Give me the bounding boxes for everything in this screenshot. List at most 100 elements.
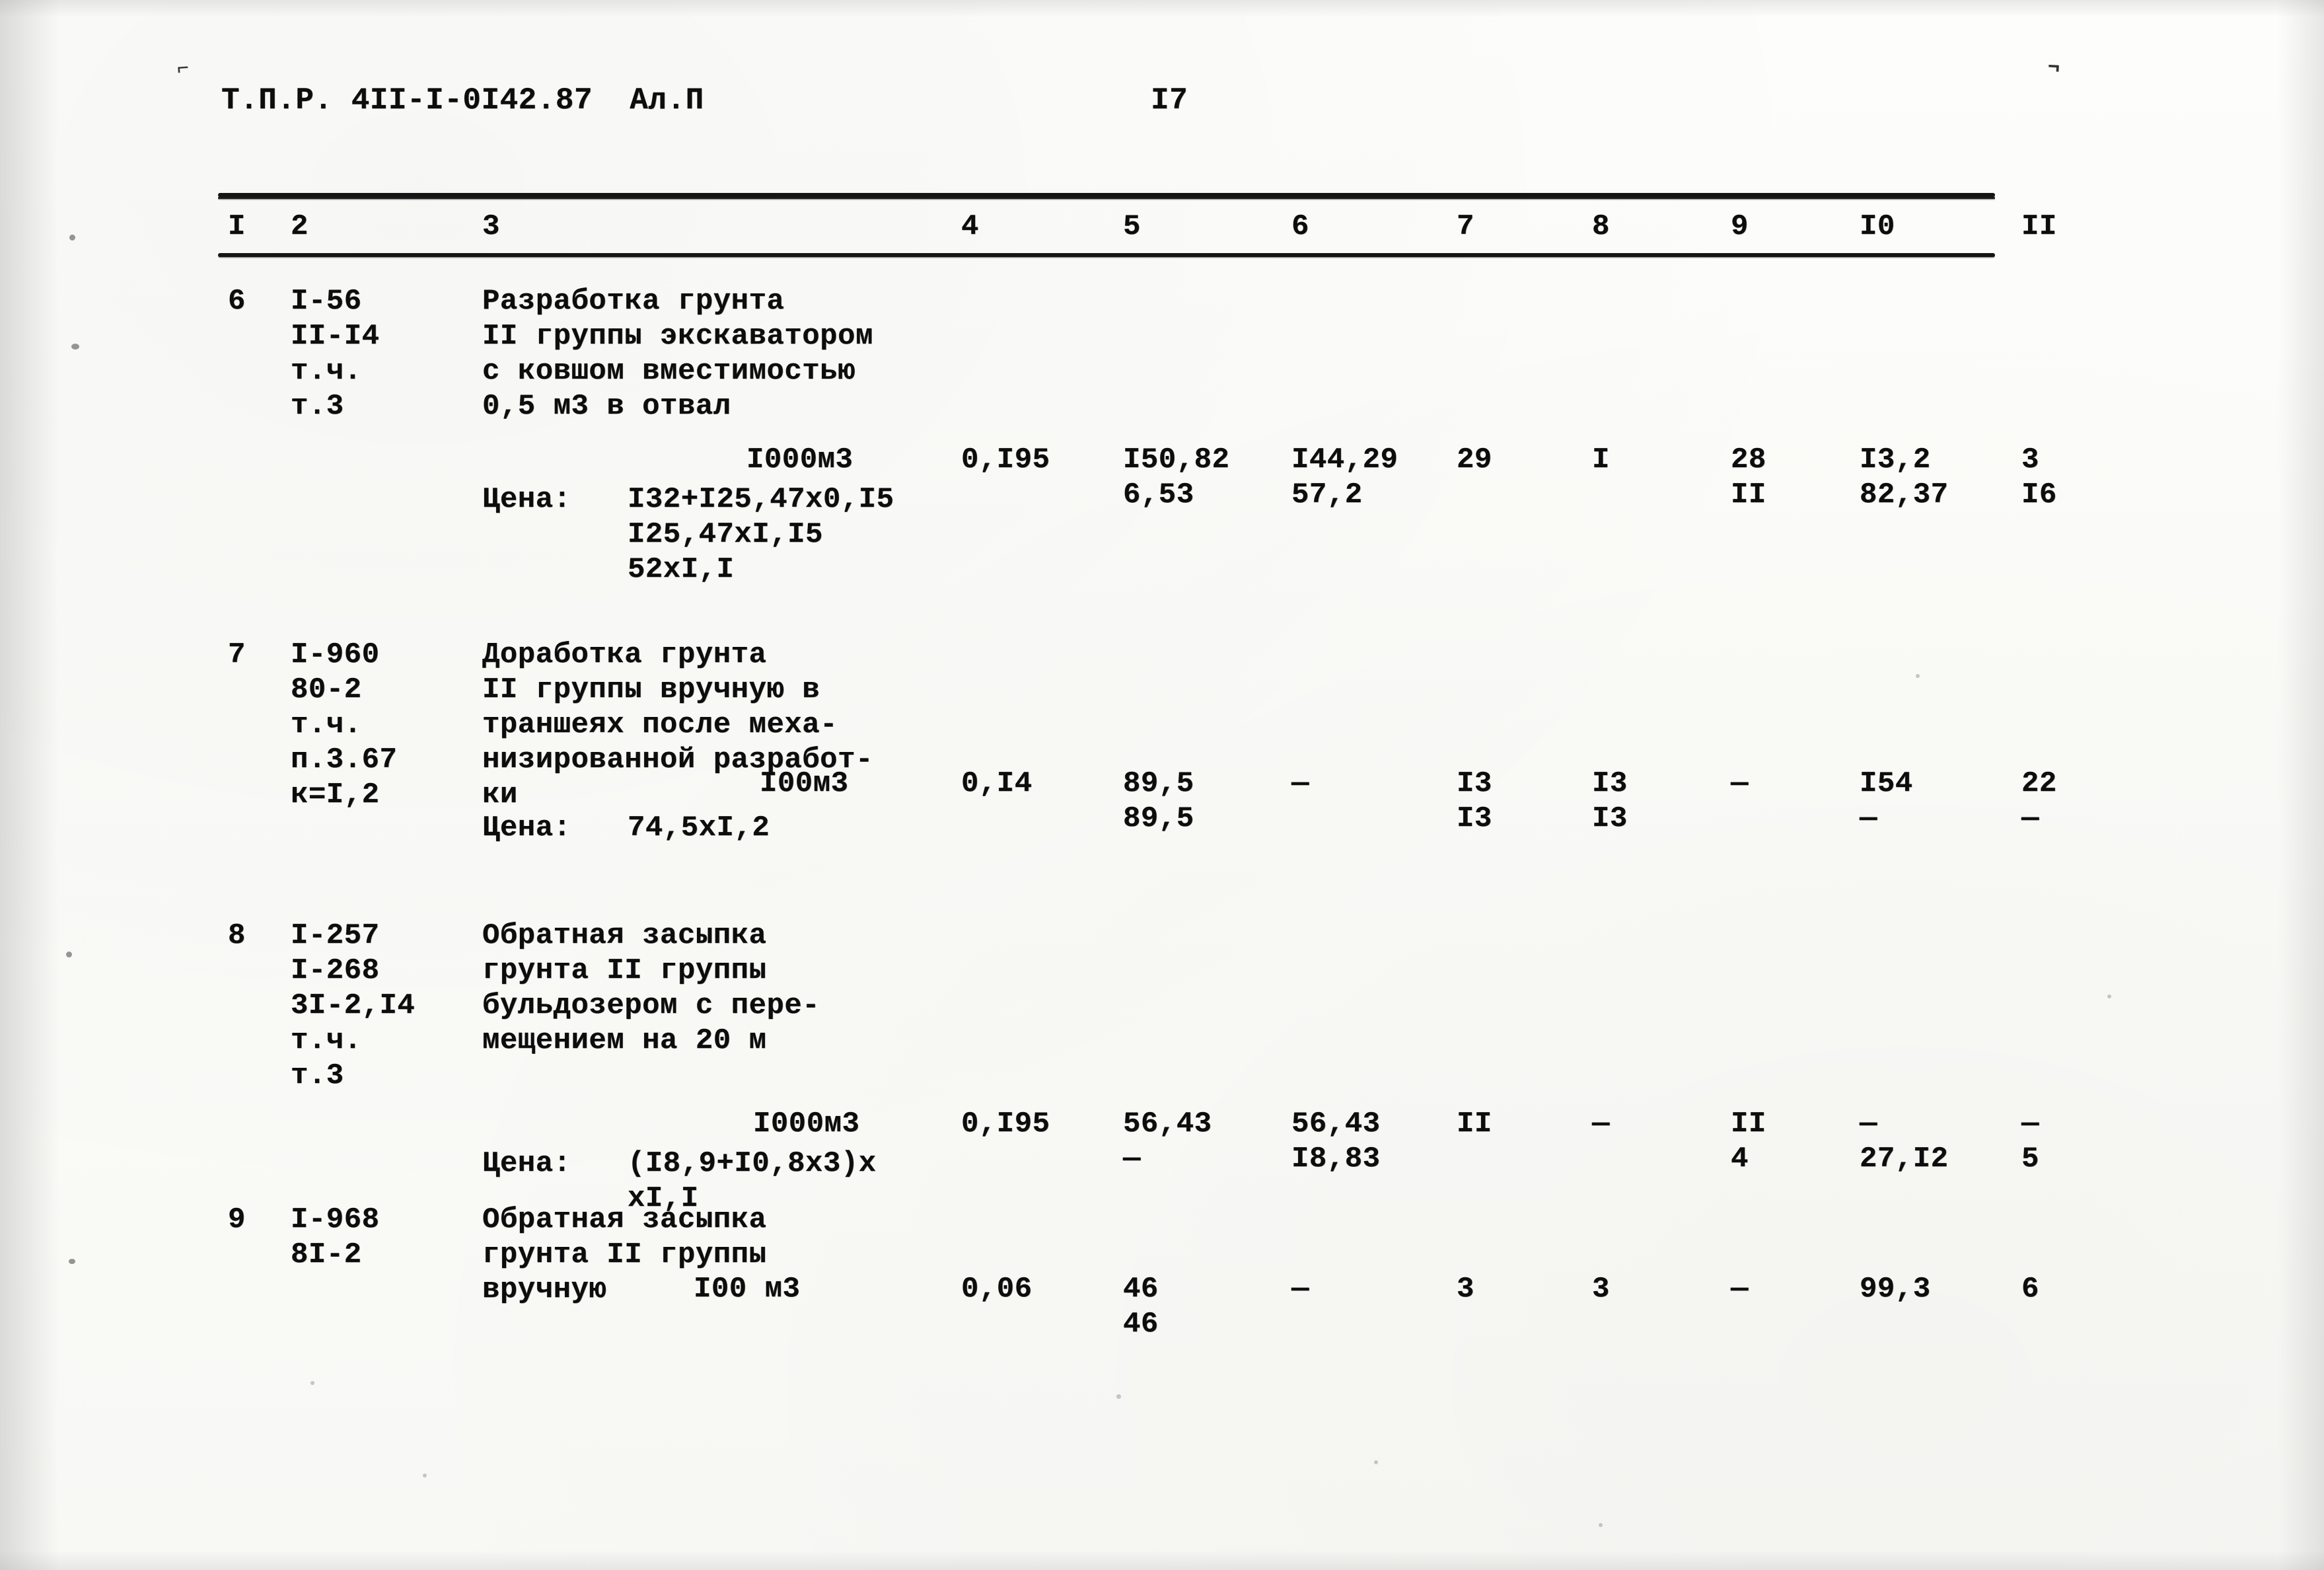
column-header-8: 8 (1592, 210, 1610, 243)
row-6-code-4: т.3 (291, 390, 344, 423)
column-header-6: 6 (1291, 210, 1309, 243)
row-9-col4-value: 0,06 (961, 1273, 1033, 1306)
row-7-description-line-3: траншеях после меха- (482, 708, 838, 741)
row-6-price-label: Цена: (482, 483, 571, 516)
column-header-4: 4 (961, 210, 979, 243)
row-8-price-label: Цена: (482, 1147, 571, 1180)
document-header-code: Т.П.Р. 4II-I-0I42.87 Ал.П (221, 83, 704, 118)
row-6-col11-value-1: 3 (2021, 443, 2039, 476)
row-9-col9-value-1: — (1731, 1273, 1749, 1306)
row-8-description-line-4: мещением на 20 м (482, 1024, 767, 1057)
row-6-description-line-4: 0,5 м3 в отвал (482, 390, 731, 423)
row-7-col8-value-2: I3 (1592, 802, 1628, 835)
row-8-description-line-3: бульдозером с пере- (482, 989, 820, 1022)
column-header-1: I (228, 210, 246, 243)
table-rule-top-inner (218, 197, 1995, 199)
row-7-col10-value-1: I54 (1860, 767, 1913, 800)
scan-speck (1116, 1394, 1121, 1399)
row-9-description-line-2: грунта II группы (482, 1238, 767, 1271)
scan-speck (2107, 994, 2111, 998)
row-7-col4-value: 0,I4 (961, 767, 1033, 800)
row-9-col5-value-1: 46 (1123, 1273, 1159, 1306)
row-9-code-1: I-968 (291, 1203, 380, 1236)
row-7-code-5: к=I,2 (291, 778, 380, 811)
row-6-col10-value-1: I3,2 (1860, 443, 1931, 476)
row-7-number: 7 (228, 638, 246, 671)
row-6-col9-value-2: II (1731, 478, 1766, 511)
row-6-col4-value: 0,I95 (961, 443, 1050, 476)
row-7-col8-value-1: I3 (1592, 767, 1628, 800)
row-8-code-4: т.ч. (291, 1024, 362, 1057)
row-7-col11-value-1: 22 (2021, 767, 2057, 800)
row-6-price-line-1: I32+I25,47x0,I5 (628, 483, 894, 516)
row-7-col5-value-2: 89,5 (1123, 802, 1194, 835)
row-6-col5-value-1: I50,82 (1123, 443, 1230, 476)
row-6-col7-value-1: 29 (1457, 443, 1492, 476)
row-7-unit: I00м3 (760, 767, 849, 800)
row-9-col8-value-1: 3 (1592, 1273, 1610, 1306)
row-7-col7-value-1: I3 (1457, 767, 1492, 800)
row-6-col6-value-1: I44,29 (1291, 443, 1398, 476)
row-7-code-4: п.3.67 (291, 743, 398, 776)
document-page: ⌐ ¬ Т.П.Р. 4II-I-0I42.87 Ал.П I7 I 2 3 4 5 6 7… (0, 0, 2324, 1570)
row-7-col5-value-1: 89,5 (1123, 767, 1194, 800)
row-8-col4-value: 0,I95 (961, 1107, 1050, 1140)
crop-mark-top-left: ⌐ (176, 57, 190, 81)
row-6-col6-value-2: 57,2 (1291, 478, 1363, 511)
row-8-col6-value-2: I8,83 (1291, 1142, 1381, 1176)
page-number: I7 (1151, 83, 1188, 118)
row-8-description-line-2: грунта II группы (482, 954, 767, 987)
row-7-col11-value-2: — (2021, 802, 2039, 835)
column-header-2: 2 (291, 210, 309, 243)
row-8-col11-value-2: 5 (2021, 1142, 2039, 1176)
row-9-col6-value-1: — (1291, 1273, 1309, 1306)
row-7-description-line-2: II группы вручную в (482, 673, 820, 706)
row-6-unit: I000м3 (746, 443, 853, 476)
column-header-5: 5 (1123, 210, 1141, 243)
column-header-10: I0 (1860, 210, 1895, 243)
row-6-code-1: I-56 (291, 285, 362, 318)
scan-speck (423, 1474, 427, 1477)
scan-speck (69, 1259, 75, 1264)
row-9-code-2: 8I-2 (291, 1238, 362, 1271)
row-6-col10-value-2: 82,37 (1860, 478, 1949, 511)
row-8-code-1: I-257 (291, 919, 380, 952)
scan-speck (66, 952, 72, 957)
row-7-description-line-5: ки (482, 778, 518, 811)
scan-edge-top (0, 0, 2324, 17)
row-9-description-line-3: вручную (482, 1273, 607, 1306)
row-9-description-line-1: Обратная засыпка (482, 1203, 767, 1236)
row-6-description-line-1: Разработка грунта (482, 285, 785, 318)
row-8-col7-value-1: II (1457, 1107, 1492, 1140)
row-9-col7-value-1: 3 (1457, 1273, 1474, 1306)
scan-speck (1374, 1460, 1378, 1464)
row-7-price-label: Цена: (482, 811, 571, 844)
row-8-unit: I000м3 (753, 1107, 860, 1140)
row-9-col11-value-1: 6 (2021, 1273, 2039, 1306)
row-8-col10-value-1: — (1860, 1107, 1877, 1140)
row-6-price-line-3: 52xI,I (628, 553, 735, 586)
row-9-number: 9 (228, 1203, 246, 1236)
scan-speck (69, 235, 75, 241)
scan-speck (1599, 1523, 1603, 1527)
row-6-price-line-2: I25,47xI,I5 (628, 518, 823, 551)
row-8-code-3: 3I-2,I4 (291, 989, 416, 1022)
scan-speck (71, 344, 79, 350)
row-9-col10-value-1: 99,3 (1860, 1273, 1931, 1306)
row-7-price-line-1: 74,5xI,2 (628, 811, 770, 844)
row-6-col5-value-2: 6,53 (1123, 478, 1194, 511)
row-6-col9-value-1: 28 (1731, 443, 1766, 476)
row-6-description-line-3: с ковшом вместимостью (482, 355, 855, 388)
row-8-col5-value-2: — (1123, 1142, 1141, 1176)
row-6-code-2: II-I4 (291, 320, 380, 353)
table-rule-header-bottom (218, 253, 1995, 257)
row-6-code-3: т.ч. (291, 355, 362, 388)
crop-mark-top-right: ¬ (2047, 56, 2061, 80)
column-header-7: 7 (1457, 210, 1474, 243)
column-header-9: 9 (1731, 210, 1749, 243)
row-8-col8-value-1: — (1592, 1107, 1610, 1140)
row-8-code-5: т.3 (291, 1059, 344, 1092)
column-header-3: 3 (482, 210, 500, 243)
row-7-code-1: I-960 (291, 638, 380, 671)
row-9-unit: I00 м3 (694, 1273, 801, 1306)
